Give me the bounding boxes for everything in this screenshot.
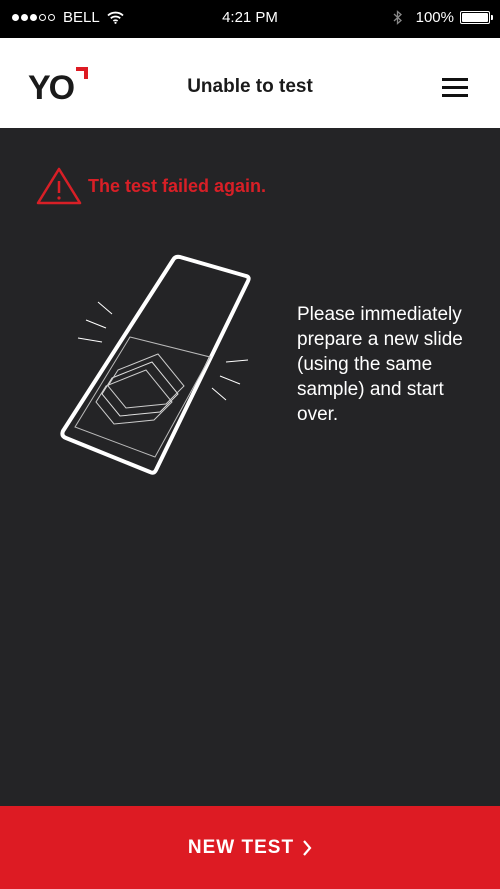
- warning-triangle-icon: [36, 167, 82, 205]
- microscope-slide-illustration: [60, 254, 251, 475]
- new-test-button[interactable]: NEW TEST: [0, 806, 500, 889]
- hamburger-icon: [442, 78, 468, 81]
- battery-icon: [460, 11, 493, 24]
- app-header: YO Unable to test: [0, 38, 500, 128]
- battery-percent: 100%: [415, 9, 454, 26]
- instructions-text: Please immediately prepare a new slide (…: [297, 304, 463, 425]
- error-message: The test failed again.: [88, 175, 267, 196]
- status-bar: BELL 4:21 PM 100%: [0, 0, 500, 38]
- hamburger-icon-line: [442, 86, 468, 89]
- error-alert: The test failed again.: [36, 167, 266, 205]
- chevron-right-icon: [303, 839, 312, 856]
- hamburger-menu-button[interactable]: [442, 78, 470, 98]
- page-title: Unable to test: [187, 76, 313, 97]
- new-test-label: NEW TEST: [187, 836, 295, 858]
- bluetooth-icon: [393, 10, 402, 25]
- hamburger-icon-line: [442, 94, 468, 97]
- status-right: 100%: [393, 9, 493, 26]
